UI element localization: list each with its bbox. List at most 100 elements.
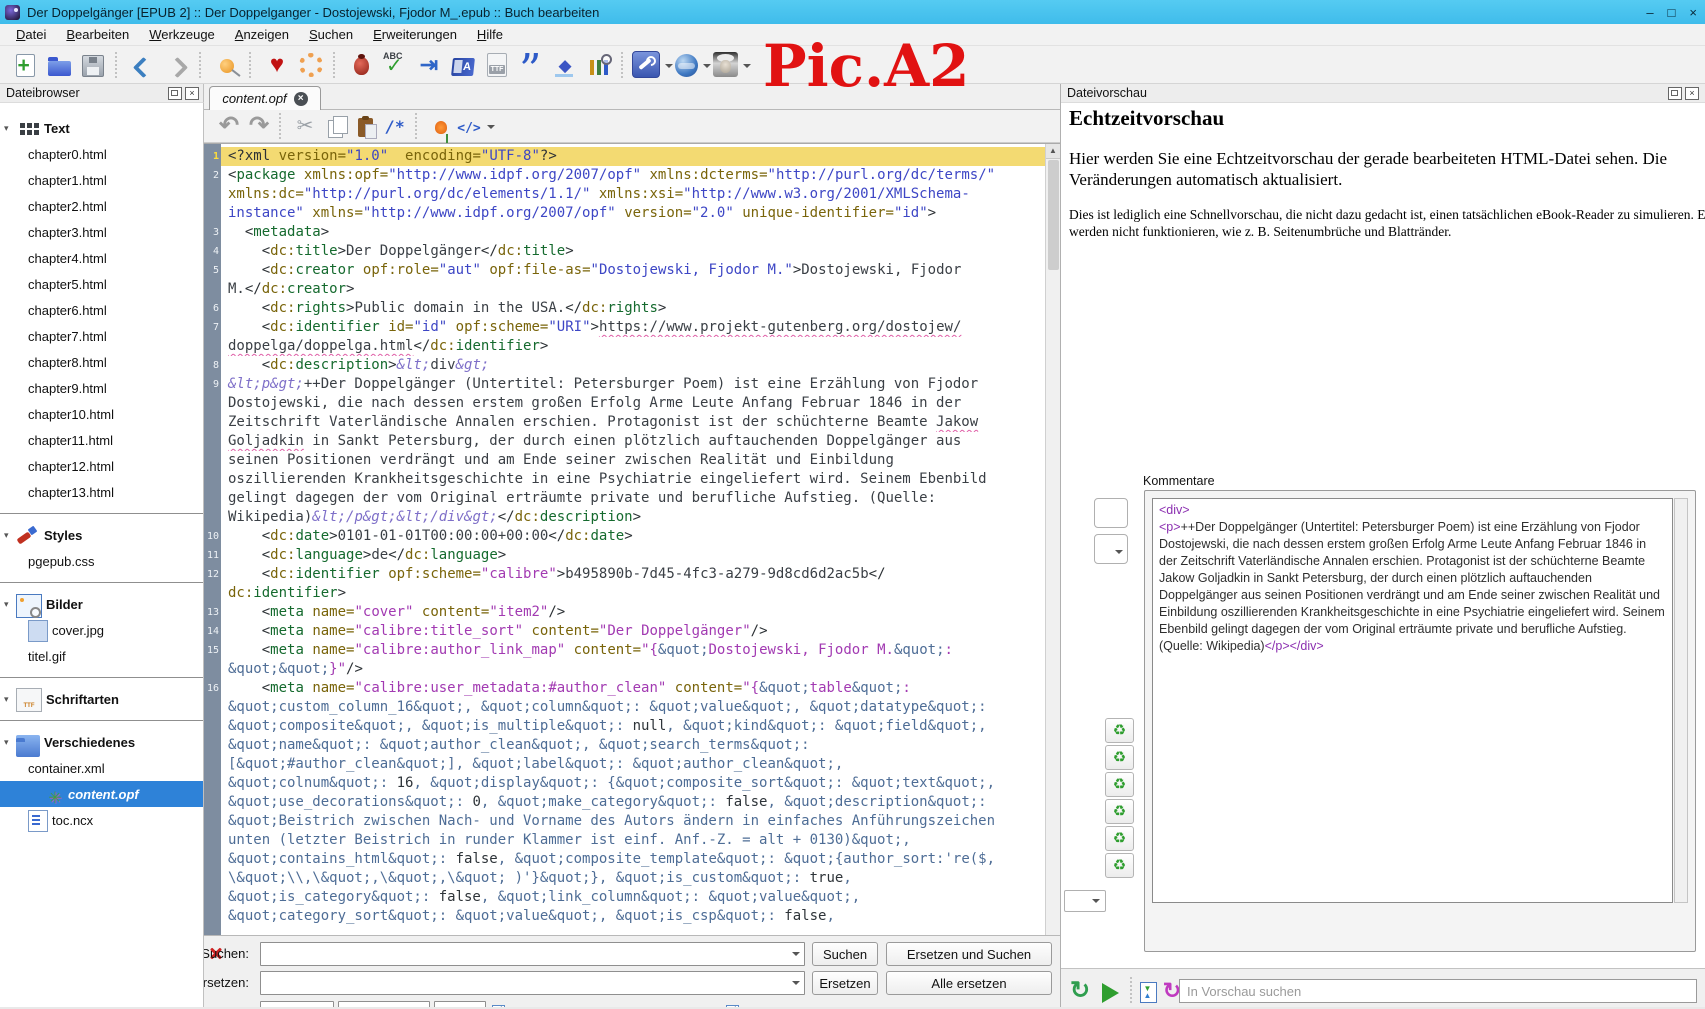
- recycle-button[interactable]: ♻: [1105, 799, 1134, 824]
- comments-scrollbar[interactable]: [1674, 498, 1688, 903]
- sidebar-section-images[interactable]: ▾ Bilder: [0, 591, 203, 618]
- menu-werkzeuge[interactable]: Werkzeuge: [139, 25, 225, 45]
- cut-button[interactable]: [290, 111, 320, 141]
- new-file-button[interactable]: [8, 48, 42, 82]
- chevron-down-icon[interactable]: [792, 981, 800, 989]
- mode-select[interactable]: Normal: [260, 1001, 334, 1007]
- spellcheck-button[interactable]: [378, 48, 412, 82]
- cover-widget-fragment[interactable]: [1094, 498, 1128, 528]
- replace-find-button[interactable]: Ersetzen und Suchen: [886, 942, 1052, 966]
- clean-highlight-button[interactable]: [548, 48, 582, 82]
- donate-ring-button[interactable]: [294, 48, 328, 82]
- code-editor[interactable]: 1 <?xml version="1.0" encoding="UTF-8"?> 2…: [204, 143, 1060, 935]
- close-button[interactable]: ×: [1689, 5, 1697, 20]
- metadata-combo-fragment[interactable]: [1064, 890, 1106, 912]
- float-panel-icon[interactable]: [1668, 86, 1682, 100]
- chevron-down-icon[interactable]: ▾: [4, 599, 16, 610]
- comments-text[interactable]: <div> <p>++Der Doppelgänger (Untertitel: …: [1152, 498, 1673, 903]
- file-pgepub.css[interactable]: pgepub.css: [0, 548, 203, 574]
- file-chapter0.html[interactable]: chapter0.html: [0, 141, 203, 167]
- menu-anzeigen[interactable]: Anzeigen: [225, 25, 299, 45]
- reports-chart-button[interactable]: [582, 48, 616, 82]
- float-panel-icon[interactable]: [168, 86, 182, 100]
- preview-search-input[interactable]: [1185, 982, 1692, 1000]
- manage-fonts-button[interactable]: [480, 48, 514, 82]
- menu-hilfe[interactable]: Hilfe: [467, 25, 513, 45]
- minimize-button[interactable]: –: [1646, 5, 1653, 20]
- recycle-button[interactable]: ♻: [1105, 772, 1134, 797]
- recycle-button[interactable]: ♻: [1105, 718, 1134, 743]
- file-titel.gif[interactable]: titel.gif: [0, 643, 203, 669]
- file-chapter11.html[interactable]: chapter11.html: [0, 427, 203, 453]
- beautify-tulip-button[interactable]: [426, 111, 456, 143]
- tab-close-icon[interactable]: ×: [293, 91, 308, 106]
- chevron-down-icon[interactable]: ▾: [4, 530, 16, 541]
- file-chapter1.html[interactable]: chapter1.html: [0, 167, 203, 193]
- sidebar-section-styles[interactable]: ▾ Styles: [0, 522, 203, 548]
- file-chapter12.html[interactable]: chapter12.html: [0, 453, 203, 479]
- direction-select[interactable]: Herunter: [434, 1001, 486, 1007]
- chevron-down-icon[interactable]: [792, 952, 800, 960]
- mend-code-button[interactable]: [412, 48, 446, 82]
- file-chapter13.html[interactable]: chapter13.html: [0, 479, 203, 505]
- file-toc.ncx[interactable]: toc.ncx: [0, 807, 203, 833]
- dropdown-arrow-icon[interactable]: [665, 63, 673, 72]
- sidebar-section-fonts[interactable]: ▾Schriftarten: [0, 686, 203, 712]
- file-container.xml[interactable]: container.xml: [0, 755, 203, 781]
- back-button[interactable]: [126, 48, 160, 82]
- comment-button[interactable]: [380, 111, 410, 141]
- sidebar-section-text[interactable]: ▾ Text: [0, 115, 203, 141]
- dropdown-arrow-icon[interactable]: [703, 63, 711, 72]
- files-select[interactable]: Alle Textdateien: [338, 1001, 430, 1007]
- file-chapter7.html[interactable]: chapter7.html: [0, 323, 203, 349]
- maximize-button[interactable]: □: [1668, 5, 1676, 20]
- file-chapter4.html[interactable]: chapter4.html: [0, 245, 203, 271]
- find-input[interactable]: [263, 944, 786, 964]
- save-file-button[interactable]: [76, 48, 110, 82]
- smart-quotes-button[interactable]: [514, 48, 548, 90]
- find-combobox[interactable]: [260, 942, 805, 966]
- menu-datei[interactable]: Datei: [6, 25, 56, 45]
- translate-book-button[interactable]: [446, 48, 480, 82]
- recycle-button[interactable]: ♻: [1105, 745, 1134, 770]
- undo-button[interactable]: [214, 111, 244, 141]
- code-view-button[interactable]: [456, 111, 497, 141]
- file-chapter10.html[interactable]: chapter10.html: [0, 401, 203, 427]
- file-chapter8.html[interactable]: chapter8.html: [0, 349, 203, 375]
- copy-button[interactable]: [320, 111, 350, 141]
- menu-suchen[interactable]: Suchen: [299, 25, 363, 45]
- chevron-down-icon[interactable]: ▾: [4, 694, 16, 705]
- cover-widget-fragment[interactable]: [1094, 534, 1128, 564]
- donate-heart-button[interactable]: [260, 48, 294, 82]
- tools-wrench-button[interactable]: [632, 48, 675, 82]
- forward-button[interactable]: [160, 48, 194, 82]
- file-chapter6.html[interactable]: chapter6.html: [0, 297, 203, 323]
- editor-scrollbar[interactable]: [1045, 144, 1060, 935]
- close-panel-icon[interactable]: ×: [1685, 86, 1699, 100]
- report-bug-button[interactable]: [344, 48, 378, 82]
- file-chapter5.html[interactable]: chapter5.html: [0, 271, 203, 297]
- refresh-preview-button[interactable]: [1063, 974, 1097, 1008]
- plugins-einstein-button[interactable]: [713, 48, 753, 82]
- replace-button[interactable]: Ersetzen: [812, 971, 878, 995]
- chevron-down-icon[interactable]: ▾: [4, 123, 16, 134]
- file-chapter2.html[interactable]: chapter2.html: [0, 193, 203, 219]
- replace-input[interactable]: [263, 973, 786, 993]
- recycle-button[interactable]: ♻: [1105, 853, 1134, 878]
- file-chapter9.html[interactable]: chapter9.html: [0, 375, 203, 401]
- replace-all-button[interactable]: Alle ersetzen: [886, 971, 1052, 995]
- menu-bearbeiten[interactable]: Bearbeiten: [56, 25, 139, 45]
- dropdown-arrow-icon[interactable]: [743, 63, 751, 72]
- redo-button[interactable]: [244, 111, 274, 141]
- chevron-down-icon[interactable]: ▾: [4, 737, 16, 748]
- open-file-button[interactable]: [42, 48, 76, 82]
- replace-combobox[interactable]: [260, 971, 805, 995]
- recycle-button[interactable]: ♻: [1105, 826, 1134, 851]
- scrollbar-thumb[interactable]: [1048, 160, 1059, 270]
- find-button[interactable]: Suchen: [812, 942, 878, 966]
- open-browser-button[interactable]: [675, 48, 713, 82]
- file-chapter3.html[interactable]: chapter3.html: [0, 219, 203, 245]
- run-preview-button[interactable]: [1093, 974, 1127, 1008]
- paste-button[interactable]: [350, 111, 380, 141]
- tab-content-opf[interactable]: content.opf ×: [209, 86, 321, 110]
